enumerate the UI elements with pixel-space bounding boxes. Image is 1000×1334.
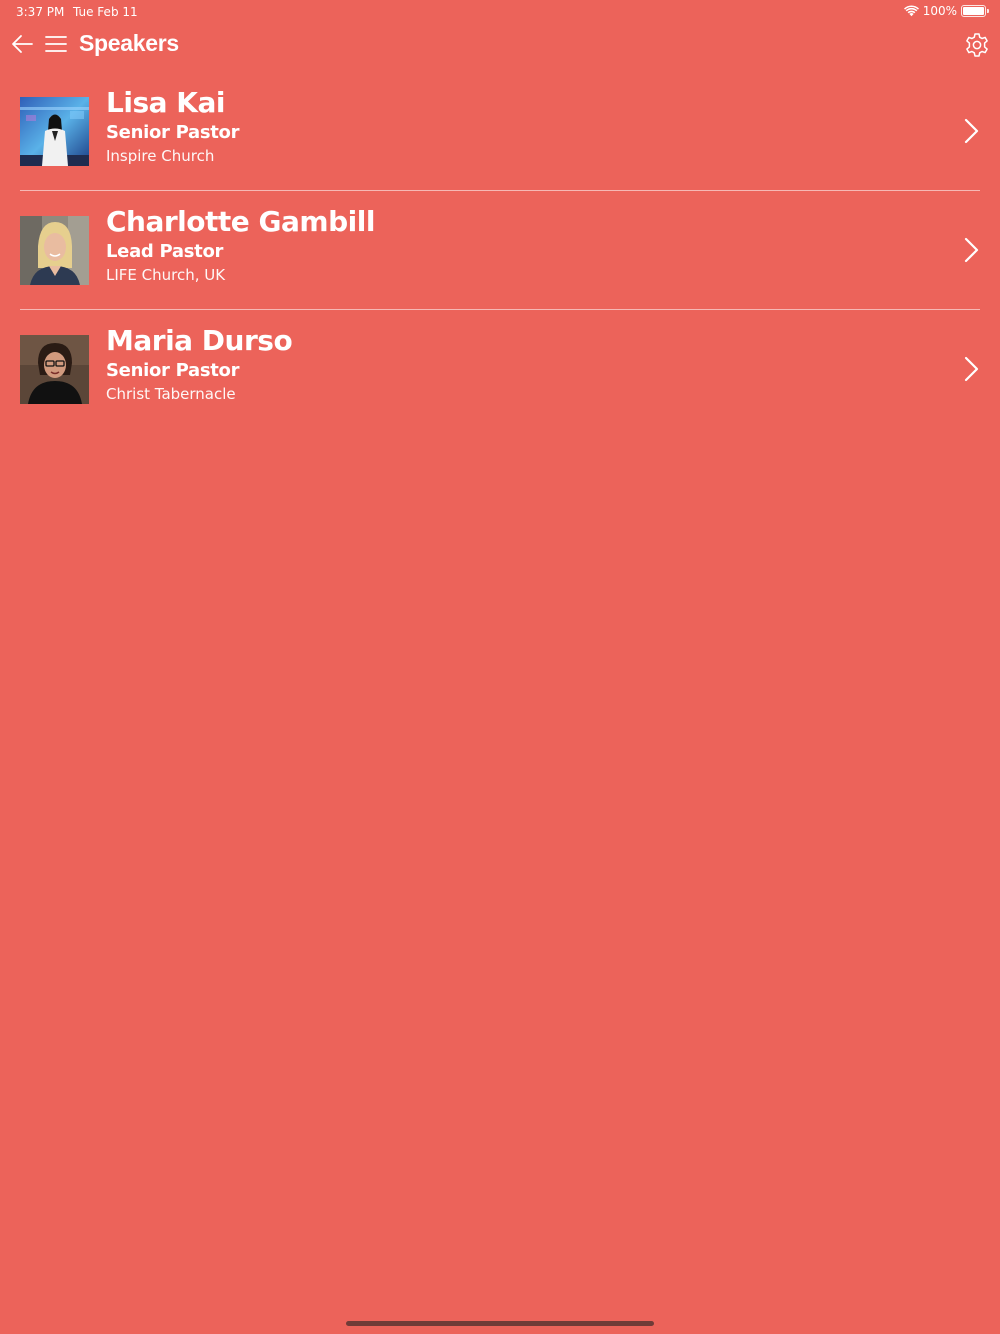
speaker-photo [20, 216, 89, 285]
page-title: Speakers [79, 30, 179, 56]
chevron-right-icon [964, 237, 980, 263]
hamburger-menu-icon [45, 36, 67, 52]
battery-icon [961, 5, 989, 17]
speaker-list: Lisa Kai Senior Pastor Inspire Church Ch… [20, 72, 980, 429]
arrow-left-icon [12, 35, 33, 53]
home-indicator[interactable] [346, 1321, 654, 1326]
wifi-icon [903, 5, 919, 17]
speaker-text: Lisa Kai Senior Pastor Inspire Church [106, 86, 239, 167]
speaker-church: Christ Tabernacle [106, 385, 236, 403]
speaker-row-maria-durso[interactable]: Maria Durso Senior Pastor Christ Taberna… [20, 310, 980, 429]
speaker-row-lisa-kai[interactable]: Lisa Kai Senior Pastor Inspire Church [20, 72, 980, 191]
speaker-text: Maria Durso Senior Pastor Christ Taberna… [106, 324, 293, 405]
battery-percent: 100% [922, 4, 957, 18]
speaker-church: Inspire Church [106, 147, 215, 165]
back-button[interactable] [10, 32, 34, 56]
status-time: 3:37 PM [16, 5, 65, 19]
menu-button[interactable] [44, 32, 68, 56]
settings-button[interactable] [964, 32, 990, 58]
status-date: Tue Feb 11 [73, 5, 138, 19]
chevron-right-icon [964, 356, 980, 382]
speaker-row-charlotte-gambill[interactable]: Charlotte Gambill Lead Pastor LIFE Churc… [20, 191, 980, 310]
chevron-right-icon [964, 118, 980, 144]
speaker-title: Senior Pastor [106, 360, 240, 381]
speaker-title: Lead Pastor [106, 241, 224, 262]
nav-bar: Speakers [0, 26, 1000, 64]
speaker-name: Charlotte Gambill [106, 205, 375, 238]
speaker-church: LIFE Church, UK [106, 266, 226, 284]
status-bar: 3:37 PM Tue Feb 11 100% [0, 0, 1000, 24]
speaker-photo [20, 97, 89, 166]
speaker-text: Charlotte Gambill Lead Pastor LIFE Churc… [106, 205, 375, 286]
gear-icon [966, 33, 988, 57]
speaker-name: Lisa Kai [106, 86, 225, 119]
speaker-photo [20, 335, 89, 404]
speaker-title: Senior Pastor [106, 122, 240, 143]
status-indicators: 100% [903, 4, 989, 18]
speaker-name: Maria Durso [106, 324, 293, 357]
